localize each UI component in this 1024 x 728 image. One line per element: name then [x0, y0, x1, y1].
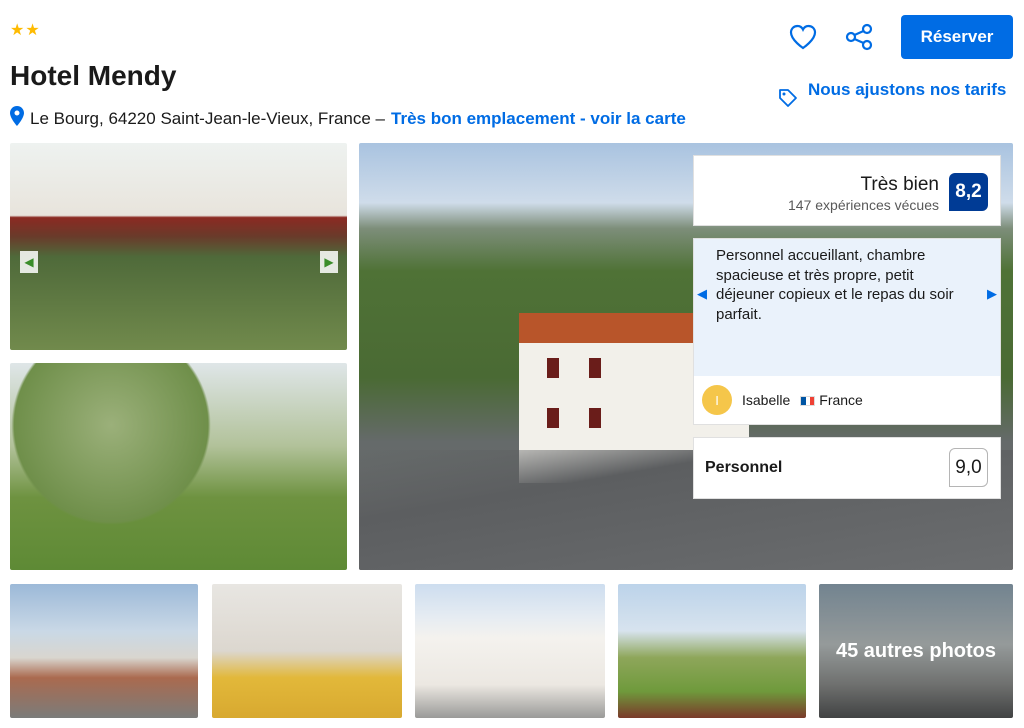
review-text: Personnel accueillant, chambre spacieuse…	[716, 247, 954, 323]
map-link[interactable]: Très bon emplacement - voir la carte	[391, 109, 686, 129]
category-score: 9,0	[949, 448, 988, 487]
rating-verdict: Très bien	[860, 174, 940, 195]
share-icon	[845, 23, 873, 51]
hotel-address: Le Bourg, 64220 Saint-Jean-le-Vieux, Fra…	[10, 106, 686, 131]
score-box[interactable]: Très bien 147 expériences vécues 8,2	[693, 155, 1001, 226]
score-badge: 8,2	[949, 173, 988, 211]
category-name: Personnel	[705, 459, 783, 476]
experience-count: 147 expériences vécues	[788, 197, 939, 213]
gallery-thumb-4[interactable]	[618, 584, 806, 718]
prev-review-icon[interactable]: ◀	[694, 281, 710, 307]
author-country: France	[819, 392, 863, 408]
france-flag-icon	[800, 396, 816, 407]
gallery-thumb-3[interactable]	[415, 584, 605, 718]
avatar: I	[702, 385, 732, 415]
review-panel: Très bien 147 expériences vécues 8,2 ◀ P…	[693, 155, 1001, 499]
arrow-left-icon[interactable]: ◀	[20, 251, 38, 273]
author-name: Isabelle	[742, 392, 791, 408]
gallery-more-photos[interactable]: 45 autres photos	[819, 584, 1013, 718]
reserve-button[interactable]: Réserver	[901, 15, 1013, 59]
share-button[interactable]	[842, 20, 876, 54]
gallery-thumb-1[interactable]	[10, 584, 198, 718]
gallery-photo-2[interactable]	[10, 363, 347, 570]
review-author: I Isabelle France	[694, 376, 1000, 424]
favorite-button[interactable]	[786, 20, 820, 54]
review-quote-box: ◀ Personnel accueillant, chambre spacieu…	[693, 238, 1001, 425]
hotel-title: Hotel Mendy	[10, 60, 177, 91]
tag-icon	[778, 88, 798, 113]
next-review-icon[interactable]: ▶	[984, 281, 1000, 307]
gallery-photo-1[interactable]: ◀ ▶	[10, 143, 347, 350]
category-score-box: Personnel 9,0	[693, 437, 1001, 499]
gallery-thumb-2[interactable]	[212, 584, 402, 718]
location-pin-icon	[10, 106, 24, 131]
more-photos-label: 45 autres photos	[819, 584, 1013, 718]
star-rating: ★★	[10, 22, 41, 39]
price-match-link[interactable]: Nous ajustons nos tarifs	[778, 78, 1013, 113]
price-match-label: Nous ajustons nos tarifs	[808, 80, 1007, 99]
address-text: Le Bourg, 64220 Saint-Jean-le-Vieux, Fra…	[30, 108, 386, 128]
arrow-right-icon[interactable]: ▶	[320, 251, 338, 273]
heart-icon	[789, 24, 817, 50]
author-country-wrap: France	[800, 392, 863, 408]
